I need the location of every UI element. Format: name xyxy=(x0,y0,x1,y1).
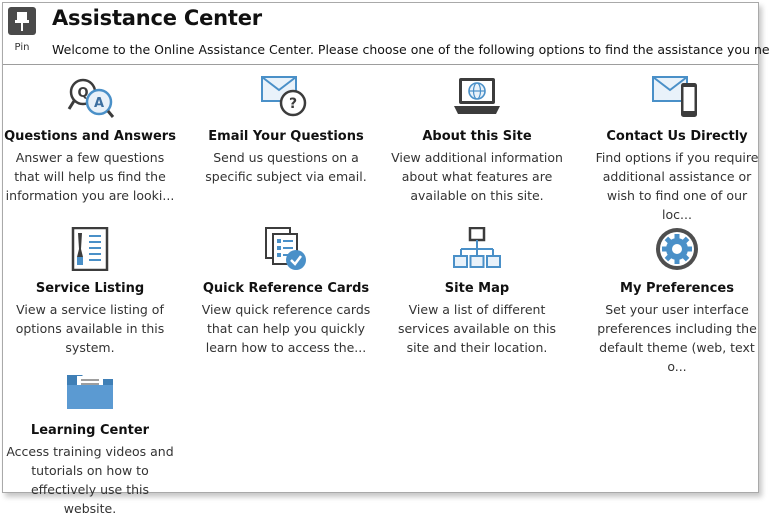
tile-description: View additional information about what f… xyxy=(391,150,563,203)
laptop-globe-icon xyxy=(454,78,500,114)
email-phone-icon xyxy=(652,76,697,117)
tile-title: Learning Center xyxy=(30,423,150,438)
tile-title: Contact Us Directly xyxy=(606,129,748,144)
sitemap-icon xyxy=(453,227,501,268)
tile-description: Set your user interface preferences incl… xyxy=(597,302,757,374)
svg-text:A: A xyxy=(94,96,104,111)
tile-title: Site Map xyxy=(444,281,510,296)
service-listing-icon xyxy=(71,227,109,271)
tile-quick-reference-cards[interactable]: Quick Reference Cards View quick referen… xyxy=(196,227,376,357)
tile-title: Questions and Answers xyxy=(4,129,176,144)
tile-title: My Preferences xyxy=(620,281,734,296)
tile-questions-and-answers[interactable]: Q A Questions and Answers Answer a few q… xyxy=(0,75,180,205)
reference-cards-icon xyxy=(265,227,306,270)
tile-service-listing[interactable]: Service Listing View a service listing o… xyxy=(0,227,180,357)
pin-button[interactable]: Pin xyxy=(7,7,37,59)
tile-description: View a list of different services availa… xyxy=(397,302,556,355)
tile-title: Quick Reference Cards xyxy=(202,281,370,296)
tile-description: Send us questions on a specific subject … xyxy=(205,150,367,184)
tile-about-this-site[interactable]: About this Site View additional informat… xyxy=(387,75,567,205)
tile-title: Email Your Questions xyxy=(208,129,364,144)
tile-description: Find options if you require additional a… xyxy=(595,150,759,222)
tile-title: About this Site xyxy=(422,129,532,144)
tile-description: Access training videos and tutorials on … xyxy=(6,444,174,516)
tile-email-your-questions[interactable]: ? Email Your Questions Send us questions… xyxy=(196,75,376,186)
email-question-icon: ? xyxy=(261,76,307,117)
tile-title: Service Listing xyxy=(35,281,145,296)
tile-learning-center[interactable]: Learning Center Access training videos a… xyxy=(0,369,180,518)
folder-icon xyxy=(67,375,113,409)
pin-label: Pin xyxy=(14,42,30,53)
page-title: Assistance Center xyxy=(52,6,262,30)
tile-my-preferences[interactable]: My Preferences Set your user interface p… xyxy=(587,227,767,376)
welcome-text: Welcome to the Online Assistance Center.… xyxy=(52,42,770,57)
assistance-center-panel: Pin Assistance Center Welcome to the Onl… xyxy=(0,2,770,516)
tile-description: View a service listing of options availa… xyxy=(15,302,165,355)
tile-description: View quick reference cards that can help… xyxy=(201,302,371,355)
pin-icon[interactable] xyxy=(8,7,36,35)
tile-contact-us-directly[interactable]: Contact Us Directly Find options if you … xyxy=(587,75,767,224)
qa-icon: Q A xyxy=(67,78,115,118)
tile-site-map[interactable]: Site Map View a list of different servic… xyxy=(387,227,567,357)
header: Pin Assistance Center Welcome to the Onl… xyxy=(3,3,770,65)
gear-icon xyxy=(656,228,698,270)
tile-description: Answer a few questions that will help us… xyxy=(5,150,175,203)
svg-text:?: ? xyxy=(289,96,297,112)
